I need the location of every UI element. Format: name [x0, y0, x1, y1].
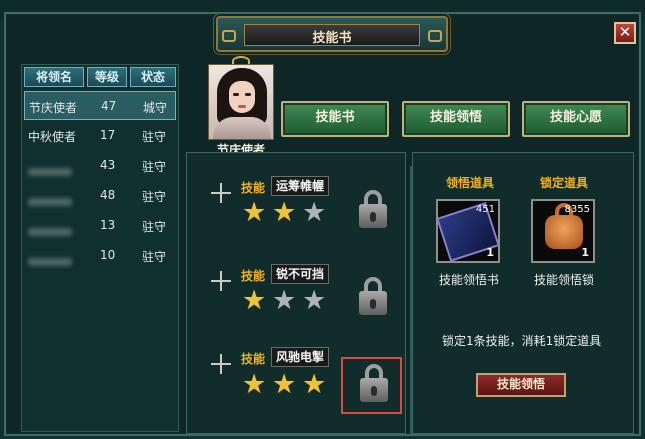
general-level: 47 [101, 99, 117, 113]
general-status: 驻守 [142, 190, 167, 204]
skill-tag: 技能 [241, 181, 266, 195]
star-filled-icon: ★ [272, 197, 297, 228]
general-level: 48 [100, 188, 116, 202]
item-stock-count: 8355 [564, 204, 590, 215]
star-filled-icon: ★ [302, 369, 327, 400]
lock-cost-note: 锁定1条技能，消耗1锁定道具 [442, 334, 602, 348]
header-status[interactable]: 状态 [130, 67, 176, 87]
item-stock-count: 451 [475, 204, 495, 215]
lock-item-header: 锁定道具 [540, 176, 589, 190]
general-level: 17 [100, 128, 116, 142]
skill-bullet-icon [211, 183, 231, 203]
tab-skill-wish[interactable]: 技能心愿 [522, 101, 630, 137]
lock-icon[interactable] [358, 277, 388, 317]
item-quantity: 1 [486, 246, 494, 259]
general-row[interactable]: 节庆使者 47 城守 [24, 91, 176, 120]
general-status: 驻守 [142, 220, 167, 234]
general-status: 城守 [143, 101, 168, 115]
general-level: 10 [100, 248, 116, 262]
star-filled-icon: ★ [272, 369, 297, 400]
star-filled-icon: ★ [242, 285, 267, 316]
comprehend-lock-label: 技能领悟锁 [533, 273, 594, 287]
skill-bullet-icon [211, 354, 231, 374]
title-plate: 技能书 [216, 16, 448, 52]
general-name: 中秋使者 [28, 130, 77, 144]
title-ornament-right [428, 30, 442, 42]
comprehend-item-header: 领悟道具 [446, 176, 495, 190]
comprehend-book-label: 技能领悟书 [438, 273, 499, 287]
star-filled-icon: ★ [242, 369, 267, 400]
general-row[interactable]: 13 驻守 [24, 211, 176, 240]
star-empty-icon: ★ [272, 285, 297, 316]
close-button[interactable]: ✕ [614, 22, 636, 44]
general-level: 43 [100, 158, 116, 172]
general-status: 驻守 [142, 160, 167, 174]
tab-skill-comprehend[interactable]: 技能领悟 [402, 101, 510, 137]
skill-book-window: 技能书 ✕ 将领名 等级 状态 节庆使者 47 城守 中秋使者 17 驻守 43… [4, 12, 641, 436]
comprehend-lock-item[interactable]: 8355 1 [531, 199, 595, 263]
skill-name[interactable]: 运筹帷幄 [271, 176, 330, 196]
star-empty-icon: ★ [302, 197, 327, 228]
comprehend-book-item[interactable]: 451 1 [436, 199, 500, 263]
general-row[interactable]: 中秋使者 17 驻守 [24, 121, 176, 150]
skill-name[interactable]: 锐不可挡 [271, 264, 330, 284]
star-empty-icon: ★ [302, 285, 327, 316]
general-row[interactable]: 43 驻守 [24, 151, 176, 180]
item-quantity: 1 [581, 246, 589, 259]
general-status: 驻守 [142, 250, 167, 264]
general-row[interactable]: 48 驻守 [24, 181, 176, 210]
general-row[interactable]: 10 驻守 [24, 241, 176, 270]
skill-tag: 技能 [241, 352, 266, 366]
title-inner: 技能书 [244, 24, 420, 46]
skill-name[interactable]: 风驰电掣 [271, 347, 330, 367]
skill-bullet-icon [211, 271, 231, 291]
general-name: 节庆使者 [29, 101, 78, 115]
general-status: 驻守 [142, 130, 167, 144]
skill-tag: 技能 [241, 269, 266, 283]
window-title: 技能书 [312, 31, 352, 46]
comprehend-skill-button[interactable]: 技能领悟 [476, 373, 566, 397]
general-portrait [208, 64, 274, 140]
selected-lock-highlight [341, 357, 402, 414]
general-list: 将领名 等级 状态 节庆使者 47 城守 中秋使者 17 驻守 43 驻守 48… [21, 64, 179, 432]
lock-icon[interactable] [358, 190, 388, 230]
padlock-body [545, 215, 583, 249]
star-filled-icon: ★ [242, 197, 267, 228]
header-level[interactable]: 等级 [87, 67, 127, 87]
general-level: 13 [100, 218, 116, 232]
tab-skill-book[interactable]: 技能书 [281, 101, 389, 137]
header-general-name[interactable]: 将领名 [24, 67, 84, 87]
title-ornament-left [222, 30, 236, 42]
